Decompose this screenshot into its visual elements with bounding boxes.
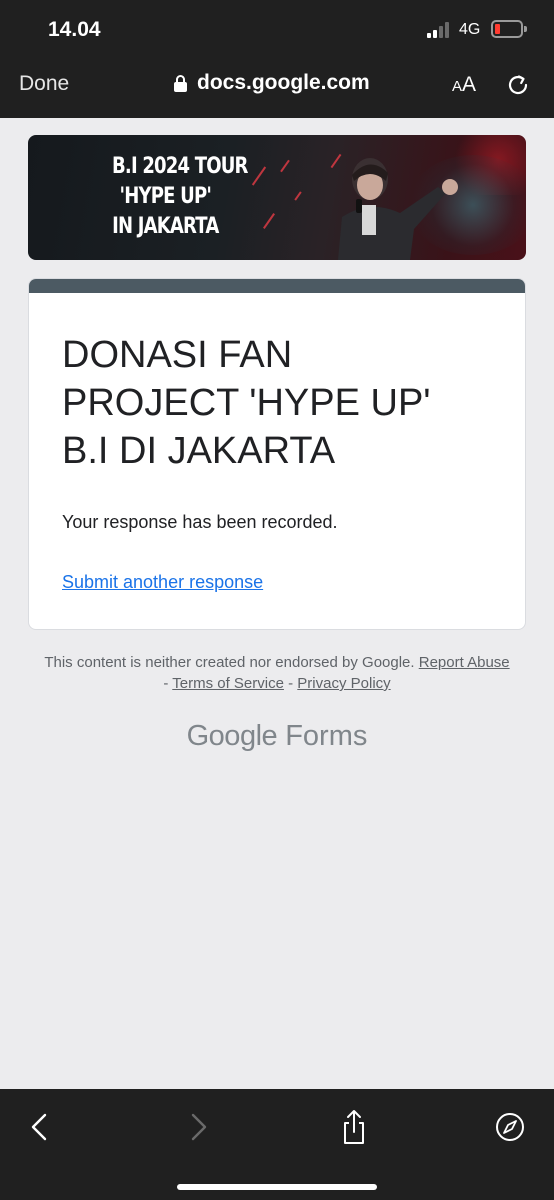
chevron-right-icon[interactable] (178, 1107, 218, 1147)
done-button[interactable]: Done (19, 72, 69, 96)
footer-disclaimer: This content is neither created nor endo… (44, 654, 510, 692)
performer-image (338, 158, 458, 260)
google-forms-logo[interactable]: Google Forms (0, 720, 554, 753)
share-icon[interactable] (334, 1107, 374, 1147)
reload-icon[interactable] (505, 72, 531, 98)
text-size-button[interactable]: AA (452, 73, 476, 97)
submit-another-response-link[interactable]: Submit another response (62, 572, 263, 593)
card-accent-bar (29, 279, 525, 293)
url-text: docs.google.com (197, 71, 370, 94)
form-title: DONASI FAN PROJECT 'HYPE UP' B.I DI JAKA… (62, 334, 431, 472)
address-bar[interactable]: docs.google.com (174, 71, 370, 95)
status-time: 14.04 (48, 18, 101, 41)
chevron-left-icon[interactable] (20, 1107, 60, 1147)
home-indicator[interactable] (177, 1184, 377, 1190)
terms-of-service-link[interactable]: Terms of Service (172, 675, 284, 692)
privacy-policy-link[interactable]: Privacy Policy (297, 675, 390, 692)
form-header-banner: B.I 2024 TOUR 'HYPE UP' IN JAKARTA (28, 135, 526, 260)
response-recorded-message: Your response has been recorded. (62, 512, 338, 532)
signal-strength-icon (427, 22, 451, 38)
form-confirmation-card: DONASI FAN PROJECT 'HYPE UP' B.I DI JAKA… (28, 278, 526, 630)
status-bar: 14.04 4G (0, 0, 554, 60)
battery-icon (491, 20, 527, 38)
banner-title: B.I 2024 TOUR 'HYPE UP' IN JAKARTA (112, 154, 248, 239)
compass-icon[interactable] (490, 1107, 530, 1147)
browser-nav-bar: Done docs.google.com AA (0, 60, 554, 118)
lock-icon (174, 74, 187, 92)
network-type: 4G (459, 21, 481, 38)
report-abuse-link[interactable]: Report Abuse (419, 654, 510, 671)
